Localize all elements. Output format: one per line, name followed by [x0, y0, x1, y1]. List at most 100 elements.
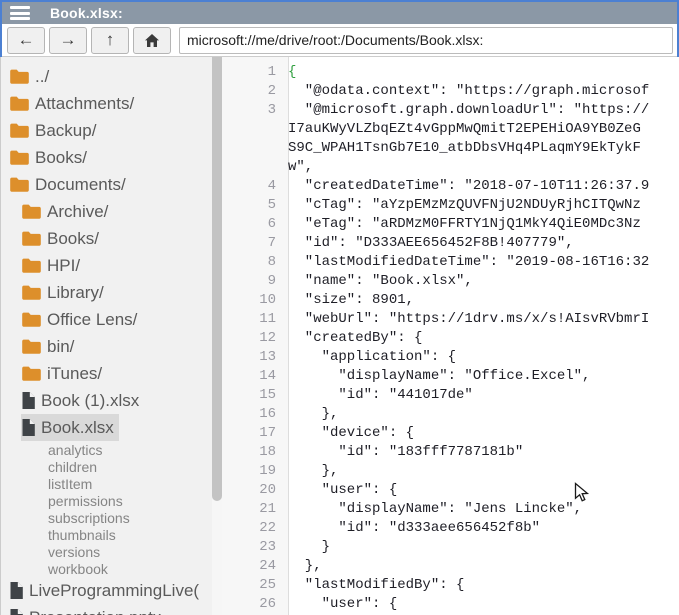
- url-input[interactable]: [179, 27, 673, 54]
- line-number: 23: [222, 538, 288, 557]
- tree-subitem[interactable]: workbook: [48, 560, 222, 577]
- file-tree-pane: ../Attachments/Backup/Books/Documents/Ar…: [0, 57, 222, 615]
- file-browser-window: Book.xlsx: ← → ↑ ../Attachments/Backup/B…: [0, 0, 679, 615]
- line-number: 22: [222, 519, 288, 538]
- tree-subitem[interactable]: children: [48, 458, 222, 475]
- code-line[interactable]: 7 "id": "D333AEE656452F8B!407779",: [222, 234, 679, 253]
- tree-folder-item[interactable]: ../: [9, 63, 54, 90]
- code-line[interactable]: 6 "eTag": "aRDMzM0FFRTY1NjQ1MkY4QiE0MDc3…: [222, 215, 679, 234]
- code-line[interactable]: 1{: [222, 63, 679, 82]
- code-line[interactable]: 26 "user": {: [222, 595, 679, 614]
- code-line[interactable]: 23 }: [222, 538, 679, 557]
- window-titlebar[interactable]: Book.xlsx:: [2, 2, 677, 24]
- code-line[interactable]: 13 "application": {: [222, 348, 679, 367]
- code-line[interactable]: 21 "displayName": "Jens Lincke",: [222, 500, 679, 519]
- folder-icon: [21, 257, 42, 274]
- code-text: "webUrl": "https://1drv.ms/x/s!AIsvRVbmr…: [288, 310, 649, 329]
- navigation-toolbar: ← → ↑: [2, 24, 677, 57]
- tree-item-label: versions: [48, 544, 100, 560]
- code-line[interactable]: 14 "displayName": "Office.Excel",: [222, 367, 679, 386]
- code-line[interactable]: 11 "webUrl": "https://1drv.ms/x/s!AIsvRV…: [222, 310, 679, 329]
- tree-file-item[interactable]: Presentation.pptx: [9, 604, 166, 615]
- tree-file-item[interactable]: Book (1).xlsx: [21, 387, 144, 414]
- code-line[interactable]: 24 },: [222, 557, 679, 576]
- code-line[interactable]: 3 "@microsoft.graph.downloadUrl": "https…: [222, 101, 679, 120]
- code-text: "id": "183fff7787181b": [288, 443, 523, 462]
- code-text: S9C_WPAH1TsnGb7E10_atbDbsVHq4PLaqmY9EkTy…: [288, 139, 641, 158]
- tree-item-label: Book (1).xlsx: [41, 391, 139, 411]
- scrollbar-thumb[interactable]: [212, 57, 222, 501]
- code-line[interactable]: 10 "size": 8901,: [222, 291, 679, 310]
- code-line[interactable]: 20 "user": {: [222, 481, 679, 500]
- code-line[interactable]: 19 },: [222, 462, 679, 481]
- code-text: "@microsoft.graph.downloadUrl": "https:/…: [288, 101, 649, 120]
- tree-item-label: analytics: [48, 442, 102, 458]
- home-button[interactable]: [133, 27, 171, 54]
- forward-button[interactable]: →: [49, 27, 87, 54]
- tree-item-label: subscriptions: [48, 510, 130, 526]
- tree-subitem[interactable]: thumbnails: [48, 526, 222, 543]
- code-text: "user": {: [288, 481, 397, 500]
- code-line[interactable]: 4 "createdDateTime": "2018-07-10T11:26:3…: [222, 177, 679, 196]
- line-number: 14: [222, 367, 288, 386]
- file-icon: [9, 581, 24, 600]
- tree-subitem[interactable]: analytics: [48, 441, 222, 458]
- code-content[interactable]: 1{2 "@odata.context": "https://graph.mic…: [222, 57, 679, 614]
- window-chrome: Book.xlsx: ← → ↑: [0, 0, 679, 57]
- folder-icon: [21, 230, 42, 247]
- tree-file-item[interactable]: Book.xlsx: [21, 414, 119, 441]
- code-line[interactable]: 22 "id": "d333aee656452f8b": [222, 519, 679, 538]
- code-text: "lastModifiedDateTime": "2019-08-16T16:3…: [288, 253, 649, 272]
- tree-folder-item[interactable]: Books/: [21, 225, 104, 252]
- code-text: w",: [288, 158, 313, 177]
- tree-folder-item[interactable]: Backup/: [9, 117, 101, 144]
- line-number: 18: [222, 443, 288, 462]
- code-line[interactable]: 5 "cTag": "aYzpEMzMzQUVFNjU2NDUyRjhCITQw…: [222, 196, 679, 215]
- tree-folder-item[interactable]: Archive/: [21, 198, 113, 225]
- tree-folder-item[interactable]: Attachments/: [9, 90, 139, 117]
- line-number: 4: [222, 177, 288, 196]
- code-line[interactable]: 15 "id": "441017de": [222, 386, 679, 405]
- tree-folder-item[interactable]: iTunes/: [21, 360, 107, 387]
- tree-subitem[interactable]: permissions: [48, 492, 222, 509]
- code-line[interactable]: S9C_WPAH1TsnGb7E10_atbDbsVHq4PLaqmY9EkTy…: [222, 139, 679, 158]
- code-line[interactable]: 9 "name": "Book.xlsx",: [222, 272, 679, 291]
- json-editor[interactable]: 1{2 "@odata.context": "https://graph.mic…: [222, 57, 679, 615]
- menu-icon[interactable]: [10, 6, 30, 20]
- tree-folder-item[interactable]: Books/: [9, 144, 92, 171]
- tree-file-item[interactable]: LiveProgrammingLive(: [9, 577, 204, 604]
- code-line[interactable]: 18 "id": "183fff7787181b": [222, 443, 679, 462]
- tree-folder-item[interactable]: HPI/: [21, 252, 85, 279]
- code-line[interactable]: 25 "lastModifiedBy": {: [222, 576, 679, 595]
- tree-item-label: Library/: [47, 283, 104, 303]
- back-button[interactable]: ←: [7, 27, 45, 54]
- tree-subitem[interactable]: listItem: [48, 475, 222, 492]
- tree-item-label: iTunes/: [47, 364, 102, 384]
- tree-folder-item[interactable]: Documents/: [9, 171, 131, 198]
- code-line[interactable]: 2 "@odata.context": "https://graph.micro…: [222, 82, 679, 101]
- line-number: [222, 139, 288, 158]
- code-line[interactable]: w",: [222, 158, 679, 177]
- code-line[interactable]: 17 "device": {: [222, 424, 679, 443]
- tree-item-label: workbook: [48, 561, 108, 577]
- code-text: "createdDateTime": "2018-07-10T11:26:37.…: [288, 177, 649, 196]
- tree-folder-item[interactable]: bin/: [21, 333, 79, 360]
- tree-item-label: Book.xlsx: [41, 418, 114, 438]
- tree-folder-item[interactable]: Office Lens/: [21, 306, 142, 333]
- code-line[interactable]: I7auKWyVLZbqEZt4vGppMwQmitT2EPEHiOA9YB0Z…: [222, 120, 679, 139]
- code-text: "device": {: [288, 424, 414, 443]
- code-line[interactable]: 12 "createdBy": {: [222, 329, 679, 348]
- tree-folder-item[interactable]: Library/: [21, 279, 109, 306]
- tree-item-label: Books/: [47, 229, 99, 249]
- code-line[interactable]: 16 },: [222, 405, 679, 424]
- line-number: 21: [222, 500, 288, 519]
- code-text: "lastModifiedBy": {: [288, 576, 464, 595]
- code-line[interactable]: 8 "lastModifiedDateTime": "2019-08-16T16…: [222, 253, 679, 272]
- line-number: 17: [222, 424, 288, 443]
- tree-subitem[interactable]: subscriptions: [48, 509, 222, 526]
- sidebar-scrollbar[interactable]: [212, 57, 222, 615]
- line-number: 2: [222, 82, 288, 101]
- tree-subitem[interactable]: versions: [48, 543, 222, 560]
- up-arrow-icon: ↑: [106, 30, 115, 50]
- up-button[interactable]: ↑: [91, 27, 129, 54]
